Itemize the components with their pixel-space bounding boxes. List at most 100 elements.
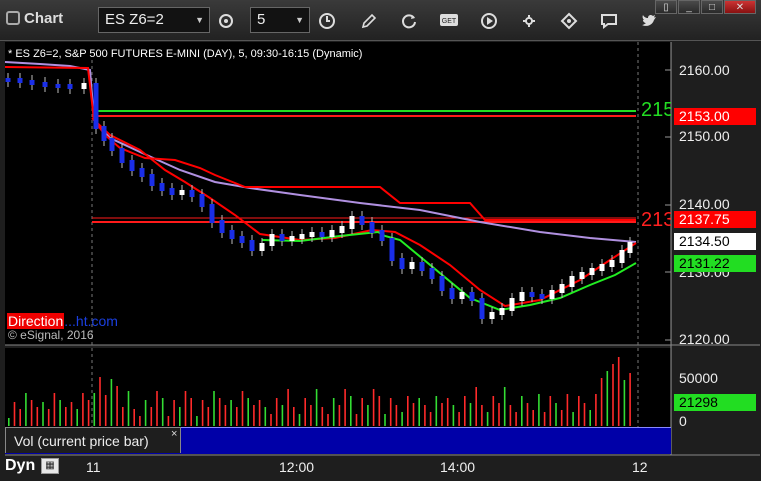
volume-bar	[224, 405, 227, 426]
volume-bar	[578, 396, 580, 426]
volume-bar	[287, 389, 289, 426]
volume-panel-tab[interactable]: Vol (current price bar)	[5, 427, 181, 453]
clock-button[interactable]	[314, 8, 340, 32]
interval-input[interactable]: 5 ▼	[250, 7, 310, 33]
volume-bar	[332, 398, 335, 426]
minimize-button[interactable]: _	[678, 0, 700, 14]
time-axis-label: 12:00	[279, 459, 315, 475]
candle-body	[449, 288, 455, 299]
cycle-icon	[402, 14, 416, 29]
candle-body	[349, 216, 355, 229]
volume-bar	[93, 393, 96, 426]
candle-body	[139, 168, 145, 177]
candle-body	[609, 260, 615, 267]
volume-bar	[384, 414, 386, 426]
volume-bar	[355, 414, 358, 426]
refresh-button[interactable]	[396, 8, 422, 32]
price-tag-resistance-lower: 2137.75	[674, 211, 756, 228]
title-bar: Chart ES Z6=2 ▼ 5 ▼ GET ▯ _ □ ✕	[0, 0, 761, 41]
volume-bar	[321, 407, 324, 426]
volume-bar	[350, 396, 352, 426]
volume-bar	[150, 407, 153, 426]
candle-body	[339, 226, 345, 233]
candle-body	[101, 126, 107, 141]
menu-icon: ▯	[663, 2, 669, 13]
volume-bar	[230, 400, 232, 426]
volume-bar	[452, 405, 455, 426]
volume-panel-close-icon[interactable]: ×	[171, 428, 177, 440]
volume-bar	[110, 379, 113, 426]
candle-body	[329, 230, 335, 237]
candle-body	[479, 298, 485, 319]
candle-body	[509, 298, 515, 311]
volume-bar	[213, 391, 215, 426]
watermark-logo: Direction...ht.com	[7, 313, 118, 329]
minimize-icon: _	[686, 2, 692, 13]
volume-bar	[184, 391, 187, 426]
candle-body	[289, 236, 295, 241]
gear-icon	[219, 14, 233, 28]
calendar-icon[interactable]: ▦	[41, 458, 59, 474]
volume-bar	[65, 407, 67, 426]
dynamic-mode-label[interactable]: Dyn	[5, 457, 35, 475]
volume-bar	[161, 398, 164, 426]
price-tick-label: 2140.00	[679, 196, 730, 212]
draw-button[interactable]	[356, 8, 382, 32]
candle-body	[599, 264, 605, 271]
volume-bar	[492, 396, 495, 426]
volume-bar	[543, 412, 546, 426]
volume-bar	[70, 402, 73, 426]
volume-bar	[401, 412, 403, 426]
volume-bar	[122, 407, 124, 426]
volume-bar	[361, 398, 363, 426]
candle-body	[539, 294, 545, 299]
volume-bar	[236, 407, 238, 426]
chevron-down-icon[interactable]: ▼	[195, 8, 204, 32]
watermark-part-a: Direction	[7, 313, 65, 329]
volume-bar	[389, 398, 392, 426]
candle-body	[119, 148, 125, 163]
get-button[interactable]: GET	[436, 8, 462, 32]
candle-body	[5, 78, 11, 82]
share-button[interactable]	[556, 8, 582, 32]
candle-body	[249, 240, 255, 251]
time-axis-label: 11	[86, 459, 101, 475]
volume-bar	[424, 405, 426, 426]
chat-icon	[601, 14, 617, 29]
menu-button[interactable]: ▯	[655, 0, 677, 14]
volume-bar	[338, 405, 341, 426]
volume-bar	[572, 412, 574, 426]
candle-body	[319, 232, 325, 237]
candle-body	[589, 268, 595, 275]
volume-bar	[13, 402, 16, 426]
volume-bar	[595, 394, 597, 426]
volume-bar	[475, 387, 477, 426]
link-button[interactable]	[516, 8, 542, 32]
get-label: GET	[442, 18, 457, 25]
candle-body	[55, 84, 61, 88]
volume-bar	[310, 405, 312, 426]
level-label-green: 215	[641, 99, 671, 122]
candle-body	[519, 292, 525, 301]
maximize-icon: □	[708, 2, 716, 13]
interval-value: 5	[257, 11, 266, 28]
chat-button[interactable]	[596, 8, 622, 32]
symbol-input[interactable]: ES Z6=2 ▼	[98, 7, 210, 33]
volume-bar	[509, 405, 512, 426]
price-tick-label: 2160.00	[679, 62, 730, 78]
price-tag-ma: 2131.22	[674, 255, 756, 272]
volume-bar	[42, 402, 44, 426]
candle-body	[29, 80, 35, 85]
volume-bar	[367, 405, 369, 426]
settings-button[interactable]	[213, 8, 239, 32]
chevron-down-icon[interactable]: ▼	[295, 8, 304, 32]
volume-bar	[526, 403, 529, 426]
link-icon	[523, 15, 535, 27]
close-button[interactable]: ✕	[724, 0, 756, 14]
volume-bar	[196, 416, 198, 426]
maximize-button[interactable]: □	[701, 0, 723, 14]
volume-bar	[441, 403, 443, 426]
volume-bar	[99, 377, 101, 426]
volume-bar	[201, 400, 204, 426]
play-button[interactable]	[476, 8, 502, 32]
